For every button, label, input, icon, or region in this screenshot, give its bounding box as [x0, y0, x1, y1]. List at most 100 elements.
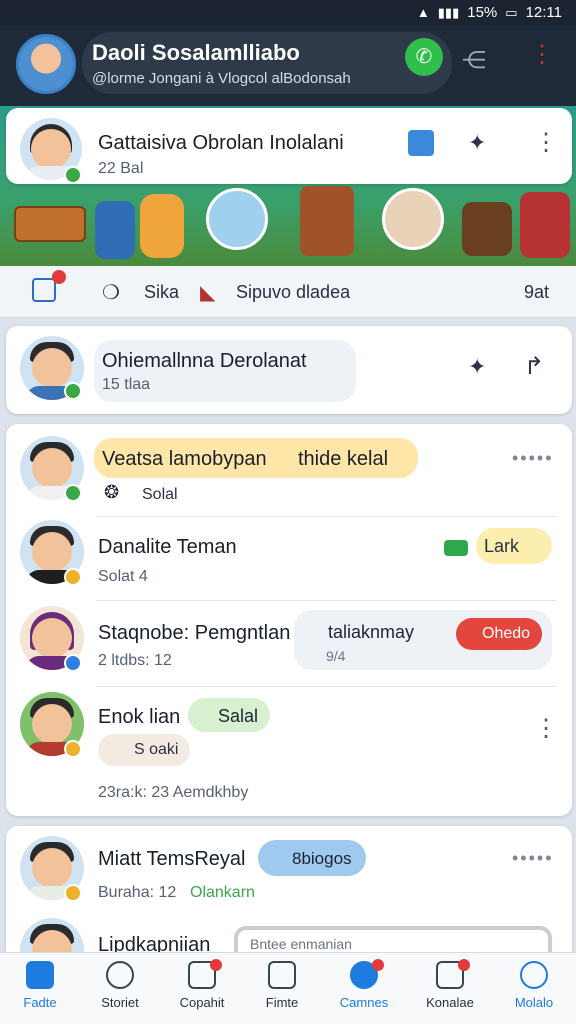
more-vert-icon[interactable]: ⋮ — [534, 714, 558, 743]
app-title: Daoli Sosalamlliabo — [92, 40, 300, 65]
notification-dot — [458, 959, 470, 971]
chat-meta: Buraha: 12 — [98, 884, 177, 901]
filter-bar: ❍ Sika ◣ Sipuvo dladea 9at — [0, 266, 576, 318]
nav-label: Molalo — [514, 995, 554, 1010]
character-figure — [520, 192, 570, 258]
notification-dot — [210, 959, 222, 971]
chat-tag: 8biogos — [292, 849, 352, 868]
app-subtitle: @lorme Jongani à Vlogcol alBodonsah — [92, 70, 351, 87]
app-icon — [408, 130, 434, 156]
chat-list-card: Veatsa lamobypan thide kelal ❂ Solal •••… — [6, 424, 572, 816]
notification-dot — [52, 270, 66, 284]
more-horiz-icon[interactable]: ••••• — [512, 848, 554, 869]
chat-meta: 22 Bal — [98, 160, 144, 177]
game-controller-icon[interactable]: ✦ — [468, 354, 486, 380]
nav-profile[interactable]: Molalo — [498, 961, 570, 1010]
character-figure — [462, 202, 512, 256]
divider — [96, 516, 556, 517]
chat-name: Gattaisiva Obrolan Inolalani — [98, 132, 344, 154]
chat-meta: Solal — [142, 486, 178, 503]
chip-label: S oaki — [134, 741, 179, 758]
clock: 12:11 — [525, 4, 562, 21]
app-bar: Daoli Sosalamlliabo @lorme Jongani à Vlo… — [0, 26, 576, 106]
bubble-text: taliaknmay — [328, 622, 415, 642]
megaphone-icon: ◣ — [200, 282, 216, 304]
nav-contacts[interactable]: Konalae — [414, 959, 486, 1010]
chat-tag: Lark — [484, 536, 520, 556]
chat-meta: Solat 4 — [98, 568, 148, 585]
tab-9at[interactable]: 9at — [524, 282, 549, 303]
signal-icon: ▮▮▮ — [437, 4, 460, 20]
character-figure — [300, 186, 354, 256]
away-badge — [64, 884, 82, 902]
character-figure — [95, 201, 135, 259]
verified-badge — [64, 654, 82, 672]
nav-games[interactable]: Camnes — [328, 959, 400, 1010]
nav-files[interactable]: Fimte — [246, 961, 318, 1010]
character-portrait — [206, 188, 268, 250]
chat-name: Veatsa lamobypan — [102, 448, 267, 470]
online-badge — [64, 382, 82, 400]
chat-name: Enok lian — [98, 706, 181, 728]
chat-meta: 23ra:k: 23 Aemdkhby — [98, 784, 249, 801]
nav-label: Copahit — [179, 995, 225, 1010]
tab-sipuvo[interactable]: Sipuvo dladea — [236, 282, 350, 303]
tab-sika[interactable]: Sika — [144, 282, 179, 303]
more-horiz-icon[interactable]: ••••• — [512, 448, 554, 469]
chat-list-card-2: Miatt TemsReyal 8biogos Buraha: 12 Olank… — [6, 826, 572, 982]
home-icon — [26, 961, 54, 989]
online-badge — [64, 166, 82, 184]
away-badge — [64, 568, 82, 586]
more-vert-icon: ⋮ — [530, 41, 554, 68]
pinned-chat-card[interactable]: Gattaisiva Obrolan Inolalani 22 Bal ✦ ⋮ — [6, 108, 572, 184]
message-input[interactable]: Bntee enmanian — [234, 926, 552, 954]
wooden-sign — [14, 206, 86, 242]
sticker-icon: ❂ — [104, 482, 120, 502]
document-icon — [268, 961, 296, 989]
chat-icon — [106, 961, 134, 989]
nav-label: Storiet — [101, 995, 139, 1010]
divider — [96, 600, 556, 601]
bottom-navigation: Fadte Storiet Copahit Fimte Camnes Konal… — [0, 952, 576, 1024]
chat-name: Miatt TemsReyal — [98, 848, 246, 870]
home-icon[interactable] — [32, 278, 56, 302]
nav-home[interactable]: Fadte — [4, 961, 76, 1010]
online-badge — [64, 484, 82, 502]
game-controller-icon[interactable]: ✦ — [468, 130, 486, 156]
forward-icon[interactable]: ↱ — [524, 352, 544, 381]
people-icon — [520, 961, 548, 989]
call-button[interactable]: ✆ — [405, 38, 443, 76]
share-icon: ⋲ — [462, 47, 486, 74]
chat-bubble-icon: ❍ — [102, 282, 120, 304]
profile-avatar[interactable] — [16, 34, 76, 94]
battery-icon: ▭ — [505, 4, 518, 20]
share-button[interactable]: ⋲ — [462, 46, 486, 75]
status-bar: ▲ ▮▮▮ 15% ▭ 12:11 — [0, 0, 576, 26]
character-portrait — [382, 188, 444, 250]
battery-level: 15% — [467, 4, 498, 21]
chat-name: Ohiemallnna Derolanat — [102, 350, 307, 372]
nav-label: Konalae — [426, 995, 474, 1010]
nav-stories[interactable]: Storiet — [84, 961, 156, 1010]
wifi-icon: ▲ — [416, 5, 430, 20]
chat-meta-secondary: Olankarn — [190, 884, 255, 901]
chat-card[interactable]: Ohiemallnna Derolanat 15 tlaa ✦ ↱ — [6, 326, 572, 414]
away-badge — [64, 740, 82, 758]
nav-label: Camnes — [339, 995, 389, 1010]
chat-tag: thide kelal — [298, 448, 389, 470]
more-vert-icon[interactable]: ⋮ — [534, 128, 558, 157]
divider — [96, 686, 556, 687]
chat-name: Staqnobe: Pemgntlan — [98, 622, 291, 644]
notification-dot — [372, 959, 384, 971]
nav-label: Fimte — [265, 995, 299, 1010]
chat-name: Danalite Teman — [98, 536, 237, 558]
nav-label: Fadte — [23, 995, 57, 1010]
chat-meta: 15 tlaa — [102, 376, 151, 393]
action-button-label: Ohedo — [482, 625, 531, 642]
phone-icon: ✆ — [415, 46, 433, 68]
nav-camera[interactable]: Copahit — [166, 959, 238, 1010]
menu-button[interactable]: ⋮ — [530, 40, 554, 69]
bubble-subtext: 9/4 — [326, 648, 346, 664]
game-icon — [444, 540, 468, 556]
character-figure — [140, 194, 184, 258]
